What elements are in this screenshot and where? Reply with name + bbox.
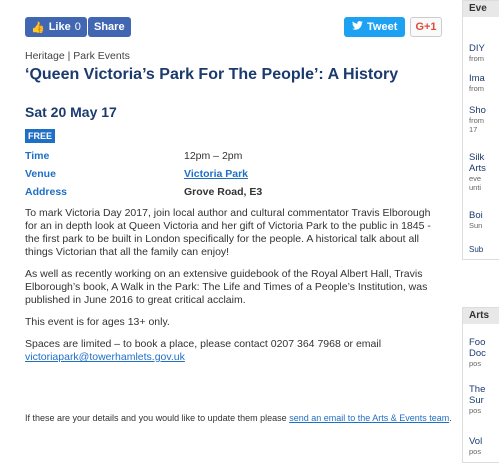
share-label: Share: [94, 21, 125, 33]
description-paragraph: As well as recently working on an extens…: [25, 268, 428, 306]
arts-list-item[interactable]: Foo Doc pos: [469, 337, 486, 368]
event-date: Sat 20 May 17: [25, 104, 117, 120]
update-details-note: If these are your details and you would …: [25, 413, 455, 424]
address-label: Address: [25, 186, 68, 198]
like-label: Like: [48, 21, 71, 33]
breadcrumb: Heritage | Park Events: [25, 50, 130, 62]
address-value: Grove Road, E3: [184, 186, 263, 198]
arts-item-title: Sur: [469, 395, 484, 406]
sidebar: Eve DIY from Ima from Sho from 17 Silk A…: [462, 0, 499, 463]
google-plus-button[interactable]: G+1: [410, 17, 442, 37]
events-panel: Eve DIY from Ima from Sho from 17 Silk A…: [462, 0, 499, 260]
event-item-title: Sho: [469, 105, 486, 116]
event-item-date: from: [469, 84, 484, 93]
detail-row-venue: Venue Victoria Park: [25, 168, 445, 186]
event-item-title: Boi: [469, 210, 483, 221]
event-list-item[interactable]: Ima from: [469, 73, 485, 93]
events-panel-heading: Eve: [463, 1, 499, 17]
tweet-label: Tweet: [367, 21, 398, 33]
tweet-button[interactable]: Tweet: [344, 17, 406, 37]
arts-list-item[interactable]: Vol pos: [469, 436, 482, 456]
social-share-bar: 👍 Like 0 Share Tweet G+1: [25, 17, 456, 39]
price-badge: FREE: [25, 129, 56, 143]
time-value: 12pm – 2pm: [184, 150, 243, 162]
event-description: To mark Victoria Day 2017, join local au…: [25, 207, 443, 373]
event-list-item[interactable]: DIY from: [469, 43, 485, 63]
event-item-date: from: [469, 54, 484, 63]
arts-item-title: Doc: [469, 348, 486, 359]
event-details: Time 12pm – 2pm Venue Victoria Park Addr…: [25, 150, 445, 204]
event-list-item[interactable]: Boi Sun: [469, 210, 483, 230]
like-count: 0: [74, 21, 81, 33]
booking-text: Spaces are limited – to book a place, pl…: [25, 338, 382, 350]
thumbs-up-icon: 👍: [31, 21, 45, 34]
time-label: Time: [25, 150, 50, 162]
event-item-date: from: [469, 116, 484, 125]
event-item-title: Ima: [469, 73, 485, 84]
event-content: 👍 Like 0 Share Tweet G+1 Heritage | Park…: [0, 0, 456, 461]
footer-end: .: [449, 413, 452, 423]
venue-link[interactable]: Victoria Park: [184, 168, 248, 180]
page-title: ‘Queen Victoria’s Park For The People’: …: [25, 66, 399, 83]
email-team-link[interactable]: send an email to the Arts & Events team: [289, 413, 449, 423]
arts-item-date: pos: [469, 406, 482, 415]
arts-item-title: Vol: [469, 436, 483, 447]
event-item-date: eve: [469, 174, 482, 183]
subscribe-label: Sub: [469, 245, 484, 254]
event-item-date: 17: [469, 125, 478, 134]
arts-item-title: Foo: [469, 337, 486, 348]
arts-panel: Arts Foo Doc pos The Sur pos Vol pos: [462, 307, 499, 463]
event-list-item[interactable]: Silk Arts eve unti: [469, 152, 486, 192]
detail-row-time: Time 12pm – 2pm: [25, 150, 445, 168]
email-link[interactable]: victoriapark@towerhamlets.gov.uk: [25, 351, 185, 363]
event-item-title: Silk: [469, 152, 485, 163]
gplus-label: G+1: [415, 21, 437, 33]
facebook-share-button[interactable]: Share: [88, 17, 131, 37]
arts-list-item[interactable]: The Sur pos: [469, 384, 485, 415]
facebook-like-button[interactable]: 👍 Like 0: [25, 17, 87, 37]
description-paragraph: To mark Victoria Day 2017, join local au…: [25, 207, 431, 258]
detail-row-address: Address Grove Road, E3: [25, 186, 445, 204]
event-item-title: Arts: [469, 163, 486, 174]
venue-label: Venue: [25, 168, 56, 180]
arts-item-date: pos: [469, 359, 482, 368]
event-item-title: DIY: [469, 43, 485, 54]
subscribe-link[interactable]: Sub: [469, 244, 483, 255]
event-list-item[interactable]: Sho from 17: [469, 105, 486, 134]
age-restriction-text: This event is for ages 13+ only.: [25, 316, 170, 328]
event-item-date: Sun: [469, 221, 483, 230]
arts-item-date: pos: [469, 447, 482, 456]
event-item-date: unti: [469, 183, 482, 192]
arts-item-title: The: [469, 384, 486, 395]
twitter-bird-icon: [352, 21, 363, 33]
arts-panel-heading: Arts: [463, 308, 499, 324]
footer-text: If these are your details and you would …: [25, 413, 287, 423]
booking-info: Spaces are limited – to book a place, pl…: [25, 338, 443, 364]
